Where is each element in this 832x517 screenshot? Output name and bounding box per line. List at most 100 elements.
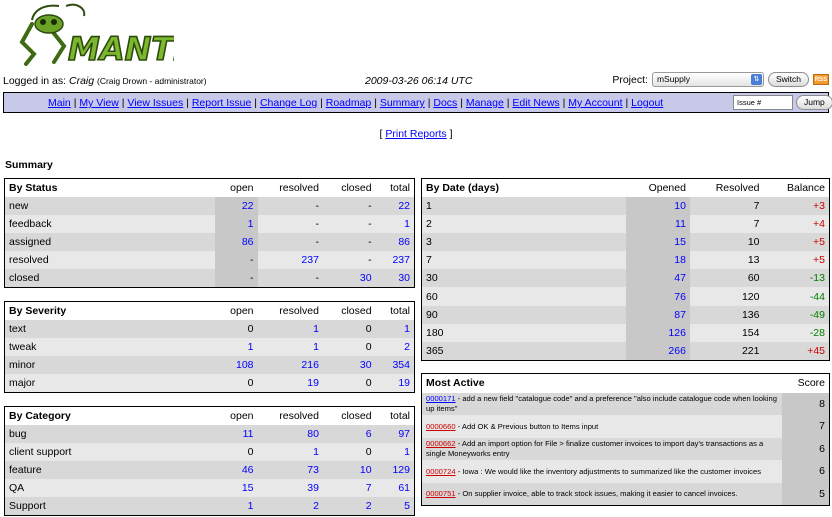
cell-total[interactable]: 5 — [375, 497, 415, 516]
cell-total[interactable]: 354 — [375, 355, 415, 375]
issue-summary: 0000724 - Iowa : We would like the inven… — [421, 460, 782, 483]
menu-link-roadmap[interactable]: Roadmap — [326, 97, 372, 109]
menu-separator: | — [320, 97, 323, 109]
cell-resolved[interactable]: 39 — [257, 479, 323, 498]
cell-total[interactable]: 2 — [375, 337, 415, 356]
cell-resolved: 13 — [689, 251, 764, 270]
most-active-title: Most Active — [421, 373, 782, 393]
cell-closed[interactable]: 6 — [322, 424, 376, 443]
cell-closed[interactable]: 2 — [322, 497, 376, 516]
table-row: tweak 1 1 0 2 — [4, 337, 415, 356]
cell-resolved: 120 — [689, 287, 764, 306]
cell-open[interactable]: 1 — [214, 337, 258, 356]
issue-number-input[interactable]: Issue # — [733, 95, 793, 110]
cell-total[interactable]: 1 — [375, 442, 415, 461]
cell-opened[interactable]: 10 — [625, 196, 690, 215]
issue-link[interactable]: 0000171 — [426, 394, 456, 403]
cell-opened[interactable]: 11 — [625, 214, 690, 233]
issue-link[interactable]: 0000660 — [426, 422, 456, 431]
project-switcher: Project: mSupply ⇅ Switch RSS — [612, 72, 829, 87]
cell-total[interactable]: 19 — [375, 374, 415, 393]
issue-description: - Iowa : We would like the inventory adj… — [455, 466, 762, 476]
current-datetime: 2009-03-26 06:14 UTC — [365, 75, 473, 87]
cell-total[interactable]: 1 — [375, 214, 415, 233]
project-select[interactable]: mSupply ⇅ — [651, 72, 764, 87]
cell-opened[interactable]: 266 — [625, 342, 690, 361]
cell-open[interactable]: 1 — [214, 214, 258, 233]
menu-link-edit-news[interactable]: Edit News — [512, 97, 559, 109]
cell-closed[interactable]: 30 — [322, 269, 376, 288]
cell-open: - — [214, 251, 258, 270]
menu-link-docs[interactable]: Docs — [433, 97, 457, 109]
jump-button[interactable]: Jump — [796, 95, 832, 110]
cell-closed[interactable]: 7 — [322, 479, 376, 498]
menu-link-summary[interactable]: Summary — [380, 97, 425, 109]
issue-link[interactable]: 0000751 — [426, 489, 456, 498]
menu-link-my-view[interactable]: My View — [79, 97, 118, 109]
cell-open: - — [214, 269, 258, 288]
row-label: minor — [4, 355, 215, 375]
issue-score: 6 — [781, 460, 830, 483]
cell-resolved[interactable]: 1 — [257, 442, 323, 461]
cell-total[interactable]: 129 — [375, 460, 415, 480]
cell-total[interactable]: 237 — [375, 251, 415, 270]
table-row: text 0 1 0 1 — [4, 319, 415, 338]
cell-resolved: 10 — [689, 232, 764, 252]
cell-total[interactable]: 97 — [375, 424, 415, 443]
cell-resolved[interactable]: 216 — [257, 355, 323, 375]
cell-total[interactable]: 30 — [375, 269, 415, 288]
cell-resolved[interactable]: 2 — [257, 497, 323, 516]
switch-button[interactable]: Switch — [767, 72, 809, 87]
menu-separator: | — [73, 97, 77, 109]
menu-link-my-account[interactable]: My Account — [568, 97, 622, 109]
cell-opened[interactable]: 87 — [625, 305, 690, 324]
cell-opened[interactable]: 15 — [625, 232, 690, 252]
mantis-logo[interactable]: MANTIS — [4, 2, 209, 72]
cell-open[interactable]: 15 — [214, 479, 258, 498]
menu-separator: | — [506, 97, 510, 109]
cell-resolved[interactable]: 1 — [257, 319, 323, 338]
cell-total[interactable]: 22 — [375, 196, 415, 215]
menu-link-report-issue[interactable]: Report Issue — [192, 97, 252, 109]
row-label: 7 — [421, 251, 626, 270]
issue-link[interactable]: 0000662 — [426, 439, 456, 448]
cell-resolved: 136 — [689, 305, 764, 324]
table-row: 60 76 120 -44 — [421, 287, 830, 306]
menu-link-change-log[interactable]: Change Log — [260, 97, 317, 109]
menu-separator: | — [625, 97, 629, 109]
cell-open[interactable]: 108 — [214, 355, 258, 375]
menu-link-view-issues[interactable]: View Issues — [127, 97, 183, 109]
cell-open[interactable]: 22 — [214, 196, 258, 215]
cell-resolved: 60 — [689, 269, 764, 288]
col-opened: Opened — [625, 178, 690, 197]
menu-link-logout[interactable]: Logout — [631, 97, 663, 109]
menu-link-main[interactable]: Main — [48, 97, 71, 109]
issue-link[interactable]: 0000724 — [426, 467, 456, 476]
cell-opened[interactable]: 76 — [625, 287, 690, 306]
cell-total[interactable]: 61 — [375, 479, 415, 498]
row-label: 2 — [421, 214, 626, 233]
cell-resolved[interactable]: 80 — [257, 424, 323, 443]
cell-resolved[interactable]: 237 — [257, 251, 323, 270]
menu-link-manage[interactable]: Manage — [466, 97, 504, 109]
cell-opened[interactable]: 47 — [625, 269, 690, 288]
cell-opened[interactable]: 18 — [625, 251, 690, 270]
issue-score: 8 — [781, 392, 830, 415]
cell-open[interactable]: 46 — [214, 460, 258, 480]
cell-closed[interactable]: 10 — [322, 460, 376, 480]
cell-opened[interactable]: 126 — [625, 323, 690, 342]
cell-total[interactable]: 1 — [375, 319, 415, 338]
cell-closed[interactable]: 30 — [322, 355, 376, 375]
print-reports-link[interactable]: Print Reports — [385, 128, 446, 140]
cell-resolved[interactable]: 1 — [257, 337, 323, 356]
username: Craig — [68, 75, 95, 87]
col-closed: closed — [322, 301, 376, 320]
cell-resolved[interactable]: 73 — [257, 460, 323, 480]
cell-open[interactable]: 11 — [214, 424, 258, 443]
rss-icon[interactable]: RSS — [813, 74, 829, 85]
cell-open[interactable]: 1 — [214, 497, 258, 516]
row-label: client support — [4, 442, 215, 461]
cell-open[interactable]: 86 — [214, 232, 258, 252]
cell-resolved[interactable]: 19 — [257, 374, 323, 393]
cell-total[interactable]: 86 — [375, 232, 415, 252]
